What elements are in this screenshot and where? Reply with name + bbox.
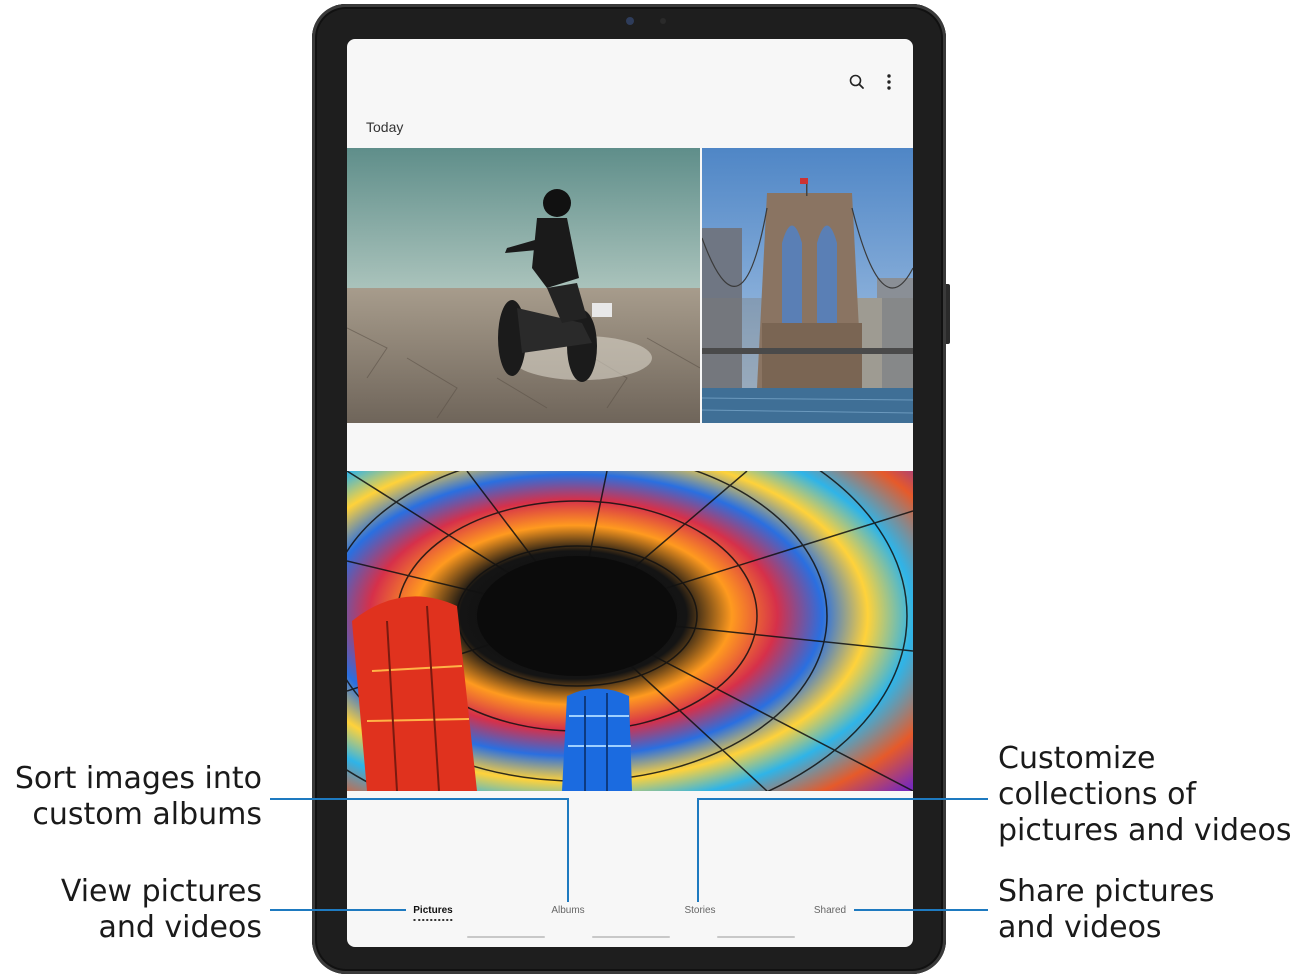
bottom-navigation: Pictures Albums Stories Shared — [347, 891, 913, 931]
nav-handle — [467, 936, 545, 938]
callout-line-albums — [270, 798, 568, 800]
search-icon[interactable] — [846, 71, 868, 93]
callout-stories: Customize collections of pictures and vi… — [998, 741, 1303, 849]
callout-pictures: View pictures and videos — [0, 874, 262, 946]
callout-line-stories — [697, 798, 699, 902]
callout-pictures-line1: View pictures — [60, 874, 262, 909]
section-title: Today — [366, 119, 404, 135]
callout-stories-line1: Customize — [998, 741, 1156, 776]
nav-handle — [717, 936, 795, 938]
callout-line-albums — [567, 798, 569, 902]
more-options-icon[interactable] — [878, 71, 900, 93]
stained-glass-dome-photo[interactable] — [347, 471, 913, 791]
callout-shared-line2: and videos — [998, 910, 1162, 945]
callout-albums: Sort images into custom albums — [0, 761, 262, 833]
top-bar — [347, 39, 913, 119]
bridge-photo[interactable] — [702, 148, 913, 423]
front-camera-icon — [626, 17, 634, 25]
tab-stories[interactable]: Stories — [684, 905, 715, 916]
tab-pictures[interactable]: Pictures — [413, 905, 454, 921]
callout-shared-line1: Share pictures — [998, 874, 1215, 909]
nav-handle — [592, 936, 670, 938]
motorcycle-photo[interactable] — [347, 148, 700, 423]
callout-albums-line1: Sort images into — [14, 761, 262, 796]
tab-shared[interactable]: Shared — [814, 905, 846, 916]
callout-line-stories — [698, 798, 988, 800]
tab-albums[interactable]: Albums — [551, 905, 584, 916]
gallery-screen: Today Pictures Albums Stories Shared — [347, 39, 913, 947]
callout-stories-line2: collections of — [998, 777, 1197, 812]
callout-pictures-line2: and videos — [98, 910, 262, 945]
callout-line-pictures — [270, 909, 406, 911]
callout-albums-line2: custom albums — [32, 797, 262, 832]
sensor-icon — [660, 18, 666, 24]
callout-line-shared — [854, 909, 988, 911]
callout-stories-line3: pictures and videos — [998, 813, 1292, 848]
callout-shared: Share pictures and videos — [998, 874, 1303, 946]
side-button — [946, 284, 950, 344]
